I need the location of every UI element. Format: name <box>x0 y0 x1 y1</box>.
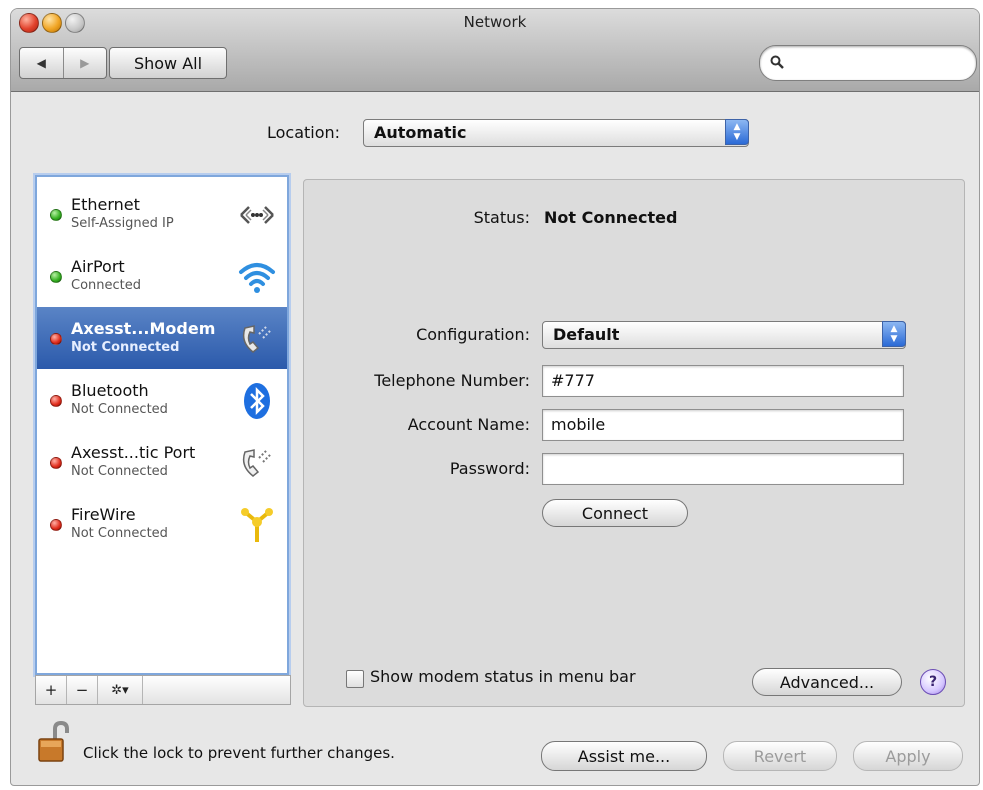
bluetooth-icon <box>244 383 270 419</box>
add-service-button[interactable]: + <box>36 676 67 704</box>
revert-button[interactable]: Revert <box>723 741 837 771</box>
lock-icon[interactable] <box>37 721 71 763</box>
status-dot-green <box>50 209 62 221</box>
service-status: Connected <box>71 278 142 293</box>
service-item-bluetooth[interactable]: Bluetooth Not Connected <box>37 369 287 431</box>
connect-button[interactable]: Connect <box>542 499 688 527</box>
password-label: Password: <box>449 459 530 478</box>
airport-wifi-icon <box>239 263 275 293</box>
location-value: Automatic <box>374 123 467 142</box>
password-field[interactable] <box>542 453 904 485</box>
telephone-number-value: #777 <box>551 371 595 390</box>
service-name: Axesst...tic Port <box>71 443 196 462</box>
service-name: Axesst...Modem <box>71 319 216 338</box>
service-status: Not Connected <box>71 340 180 355</box>
service-name: Ethernet <box>71 195 140 214</box>
help-button[interactable]: ? <box>920 669 946 695</box>
service-item-axesstel-port[interactable]: Axesst...tic Port Not Connected <box>37 431 287 493</box>
remove-service-button[interactable]: − <box>67 676 98 704</box>
location-popup[interactable]: Automatic ▲ ▼ <box>363 119 749 147</box>
status-dot-red <box>50 519 62 531</box>
advanced-button[interactable]: Advanced... <box>752 668 902 696</box>
service-item-axesstel-modem[interactable]: Axesst...Modem Not Connected <box>37 307 287 369</box>
status-dot-red <box>50 333 62 345</box>
service-list: Ethernet Self-Assigned IP AirPort Connec… <box>35 175 289 675</box>
service-status: Not Connected <box>71 464 168 479</box>
popup-arrows-icon: ▲ ▼ <box>725 119 749 145</box>
account-name-value: mobile <box>551 415 606 434</box>
service-name: AirPort <box>71 257 125 276</box>
show-all-button[interactable]: Show All <box>109 47 227 79</box>
service-item-airport[interactable]: AirPort Connected <box>37 245 287 307</box>
title-bar: Network ◀ ▶ Show All <box>11 9 979 92</box>
status-value: Not Connected <box>544 208 678 227</box>
account-name-label: Account Name: <box>407 415 530 434</box>
action-gear-button[interactable]: ✲▾ <box>98 676 143 704</box>
configuration-value: Default <box>553 325 620 344</box>
popup-arrows-icon: ▲ ▼ <box>882 321 906 347</box>
service-list-toolbar: + − ✲▾ <box>35 675 291 705</box>
search-field[interactable] <box>759 45 977 81</box>
lock-message: Click the lock to prevent further change… <box>83 744 395 762</box>
show-modem-status-label: Show modem status in menu bar <box>370 667 636 686</box>
assist-me-button[interactable]: Assist me... <box>541 741 707 771</box>
show-modem-status-checkbox[interactable] <box>346 670 364 688</box>
back-forward-control: ◀ ▶ <box>19 47 107 79</box>
firewire-icon <box>241 508 273 542</box>
window-title: Network <box>463 13 527 31</box>
phone-modem-icon <box>242 449 272 477</box>
status-dot-red <box>50 457 62 469</box>
phone-modem-icon <box>242 325 272 353</box>
search-icon <box>770 55 784 69</box>
service-status: Not Connected <box>71 402 168 417</box>
apply-button[interactable]: Apply <box>853 741 963 771</box>
ethernet-icon <box>240 206 274 224</box>
account-name-field[interactable]: mobile <box>542 409 904 441</box>
service-status: Self-Assigned IP <box>71 216 174 231</box>
service-name: FireWire <box>71 505 136 524</box>
service-name: Bluetooth <box>71 381 149 400</box>
telephone-number-label: Telephone Number: <box>374 371 530 390</box>
service-detail-panel: Status: Not Connected Configuration: Def… <box>303 179 965 707</box>
network-preferences-window: Network ◀ ▶ Show All Location: Automatic… <box>10 8 980 786</box>
status-dot-red <box>50 395 62 407</box>
status-label: Status: <box>473 208 530 227</box>
service-item-ethernet[interactable]: Ethernet Self-Assigned IP <box>37 183 287 245</box>
configuration-popup[interactable]: Default ▲ ▼ <box>542 321 906 349</box>
search-input[interactable] <box>788 53 970 70</box>
configuration-label: Configuration: <box>416 325 530 344</box>
back-button[interactable]: ◀ <box>20 48 63 78</box>
service-item-firewire[interactable]: FireWire Not Connected <box>37 493 287 555</box>
status-dot-green <box>50 271 62 283</box>
telephone-number-field[interactable]: #777 <box>542 365 904 397</box>
location-label: Location: <box>267 123 341 142</box>
forward-button[interactable]: ▶ <box>62 48 107 78</box>
service-status: Not Connected <box>71 526 168 541</box>
